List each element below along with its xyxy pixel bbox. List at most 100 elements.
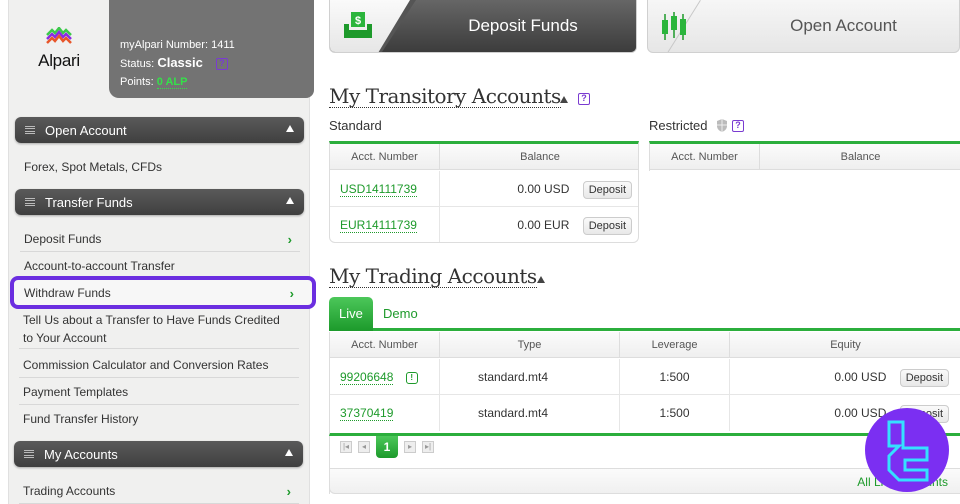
help-icon[interactable]: ? bbox=[578, 93, 590, 105]
sidebar-item-label: Trading Accounts bbox=[23, 484, 116, 498]
column-header: Acct. Number bbox=[330, 144, 440, 170]
account-link[interactable]: EUR14111739 bbox=[340, 218, 417, 233]
alpari-logo[interactable]: Alpari bbox=[9, 0, 109, 98]
standard-accounts-table: Acct. Number Balance USD14111739 0.00 US… bbox=[329, 141, 639, 243]
open-account-label: Open Account bbox=[790, 16, 897, 35]
sidebar-item-label: Tell Us about a Transfer to Have Funds C… bbox=[23, 313, 280, 327]
deposit-funds-label: Deposit Funds bbox=[468, 16, 578, 35]
equity-value: 0.00 USD bbox=[834, 370, 887, 384]
sidebar-item-forex[interactable]: Forex, Spot Metals, CFDs bbox=[20, 158, 300, 176]
deposit-funds-button[interactable]: $ Deposit Funds bbox=[329, 0, 637, 53]
sidebar-item-fund-transfer-history[interactable]: Fund Transfer History bbox=[19, 410, 299, 428]
column-header: Leverage bbox=[620, 332, 730, 358]
sidebar-item-label: Payment Templates bbox=[23, 385, 129, 399]
balance-value: 0.00 USD bbox=[517, 182, 570, 196]
balance-value: 0.00 EUR bbox=[517, 218, 570, 232]
chevron-right-icon: › bbox=[287, 232, 292, 247]
section-open-account[interactable]: Open Account bbox=[15, 117, 304, 143]
equity-cell: 0.00 USD Deposit bbox=[730, 359, 960, 395]
alpari-logo-icon bbox=[46, 27, 72, 44]
restricted-label: Restricted bbox=[649, 118, 708, 133]
table-row-acct: USD14111739 bbox=[330, 171, 440, 207]
chevron-right-icon: › bbox=[289, 286, 294, 301]
sidebar-item-commission-calculator[interactable]: Commission Calculator and Conversion Rat… bbox=[19, 356, 299, 378]
sidebar-item-payment-templates[interactable]: Payment Templates bbox=[19, 383, 299, 405]
sidebar-item-label-cont: to Your Account bbox=[23, 331, 107, 345]
column-header: Equity bbox=[730, 332, 960, 358]
points-link[interactable]: 0 ALP bbox=[156, 76, 188, 89]
sidebar-item-withdraw-funds[interactable]: Withdraw Funds › bbox=[20, 284, 300, 302]
first-page-icon[interactable]: |◂ bbox=[340, 441, 352, 453]
collapse-caret-icon[interactable] bbox=[286, 125, 294, 132]
deposit-money-icon: $ bbox=[344, 12, 372, 38]
collapse-caret-icon[interactable] bbox=[285, 449, 293, 456]
status-value: Classic bbox=[157, 55, 203, 70]
column-header: Balance bbox=[760, 144, 960, 170]
table-row-acct: 99206648 ! bbox=[330, 359, 440, 395]
profile-box: myAlpari Number: 1411 Status: Classic ? … bbox=[109, 0, 314, 98]
candlestick-chart-icon bbox=[662, 12, 686, 40]
sidebar-item-label: Withdraw Funds bbox=[24, 286, 111, 300]
tab-demo[interactable]: Demo bbox=[373, 297, 428, 331]
current-page-button[interactable]: 1 bbox=[376, 436, 398, 458]
deposit-button[interactable]: Deposit bbox=[582, 217, 632, 235]
account-type: standard.mt4 bbox=[440, 359, 620, 395]
table-row-balance: 0.00 EUR Deposit bbox=[440, 207, 638, 242]
sidebar-item-label: Deposit Funds bbox=[24, 232, 102, 246]
deposit-button[interactable]: Deposit bbox=[899, 369, 949, 387]
sidebar-item-tell-us-transfer[interactable]: Tell Us about a Transfer to Have Funds C… bbox=[19, 311, 299, 349]
help-icon[interactable]: ? bbox=[732, 120, 744, 132]
last-page-icon[interactable]: ▸| bbox=[422, 441, 434, 453]
collapse-caret-icon[interactable] bbox=[537, 276, 545, 283]
section-title: Open Account bbox=[45, 122, 127, 138]
deposit-button[interactable]: Deposit bbox=[582, 181, 632, 199]
section-transfer-funds[interactable]: Transfer Funds bbox=[15, 189, 304, 215]
column-header: Type bbox=[440, 332, 620, 358]
collapse-caret-icon[interactable] bbox=[560, 96, 568, 103]
help-icon[interactable]: ? bbox=[215, 58, 228, 71]
chevron-right-icon: › bbox=[286, 484, 291, 499]
status-row: Status: Classic ? bbox=[120, 54, 314, 73]
leverage-value: 1:500 bbox=[620, 359, 730, 395]
info-alert-icon[interactable]: ! bbox=[405, 371, 418, 384]
svg-text:$: $ bbox=[355, 15, 361, 27]
account-link[interactable]: 99206648 bbox=[340, 370, 394, 385]
sidebar-item-deposit-funds[interactable]: Deposit Funds › bbox=[20, 230, 300, 252]
column-header: Acct. Number bbox=[330, 332, 440, 358]
sidebar-item-label: Commission Calculator and Conversion Rat… bbox=[23, 358, 269, 372]
transitory-accounts-title[interactable]: My Transitory Accounts bbox=[329, 85, 561, 108]
section-title: My Accounts bbox=[44, 446, 118, 462]
section-my-accounts[interactable]: My Accounts bbox=[14, 441, 303, 467]
account-number-value: 1411 bbox=[211, 39, 235, 51]
trading-accounts-title[interactable]: My Trading Accounts bbox=[329, 265, 537, 288]
sidebar-item-label: Forex, Spot Metals, CFDs bbox=[24, 160, 163, 174]
sidebar-item-label: Fund Transfer History bbox=[23, 412, 139, 426]
leverage-value: 1:500 bbox=[620, 395, 730, 431]
section-title: Transfer Funds bbox=[45, 194, 133, 210]
status-label: Status: bbox=[120, 58, 155, 70]
table-row-acct: EUR14111739 bbox=[330, 207, 440, 242]
next-page-icon[interactable]: ▸ bbox=[404, 441, 416, 453]
shield-icon bbox=[717, 119, 727, 132]
menu-icon bbox=[24, 449, 34, 459]
tab-live[interactable]: Live bbox=[329, 297, 373, 331]
standard-label: Standard bbox=[329, 118, 382, 133]
points-row: Points: 0 ALP bbox=[120, 73, 314, 91]
account-link[interactable]: USD14111739 bbox=[340, 182, 417, 197]
collapse-caret-icon[interactable] bbox=[286, 197, 294, 204]
logo-text: Alpari bbox=[38, 51, 80, 70]
open-account-button[interactable]: Open Account bbox=[647, 0, 960, 53]
restricted-accounts-table: Acct. Number Balance bbox=[649, 141, 960, 171]
sidebar-item-account-transfer[interactable]: Account-to-account Transfer bbox=[20, 257, 300, 275]
column-header: Acct. Number bbox=[650, 144, 760, 170]
account-number-row: myAlpari Number: 1411 bbox=[120, 36, 314, 54]
sidebar-item-trading-accounts[interactable]: Trading Accounts › bbox=[19, 482, 299, 504]
menu-icon bbox=[25, 197, 35, 207]
prev-page-icon[interactable]: ◂ bbox=[358, 441, 370, 453]
table-row-acct: 37370419 bbox=[330, 395, 440, 431]
table-row-balance: 0.00 USD Deposit bbox=[440, 171, 638, 207]
sidebar-item-label: Account-to-account Transfer bbox=[24, 259, 175, 273]
watermark-logo bbox=[865, 408, 949, 492]
account-link[interactable]: 37370419 bbox=[340, 406, 394, 421]
points-label: Points: bbox=[120, 76, 154, 88]
